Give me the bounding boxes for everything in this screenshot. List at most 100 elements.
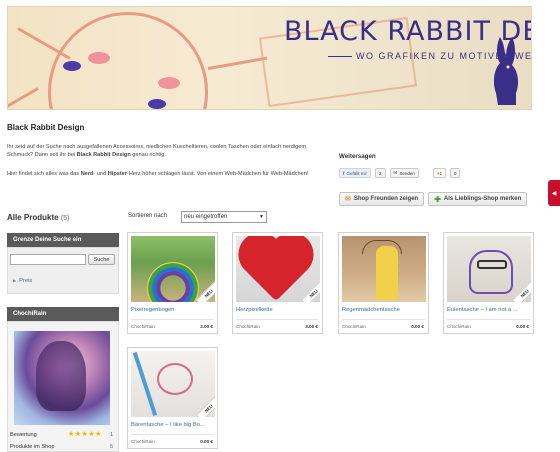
- product-seller[interactable]: ChochiRain: [131, 324, 155, 329]
- google-plus-button[interactable]: +1: [432, 168, 446, 178]
- sun-cheek: [158, 77, 180, 89]
- feedback-side-tab[interactable]: ◀: [548, 180, 560, 206]
- product-seller[interactable]: ChochiRain: [131, 439, 155, 444]
- all-products-count: (5): [60, 215, 70, 222]
- divider: [342, 319, 425, 320]
- chevron-down-icon: ▼: [259, 214, 264, 220]
- favorite-shop-label: Als Lieblings-Shop merken: [443, 196, 522, 202]
- price-filter-label: Preis: [19, 278, 33, 284]
- products-in-shop-label: Produkte im Shop: [10, 444, 55, 450]
- sort-select[interactable]: neu eingetroffen ▼: [181, 211, 267, 223]
- plus-icon: ✚: [434, 194, 441, 204]
- chevron-left-icon: ◀: [551, 190, 557, 197]
- product-seller[interactable]: ChochiRain: [236, 324, 260, 329]
- facebook-like-label: Gefällt mir: [346, 170, 368, 176]
- search-input[interactable]: [10, 254, 86, 265]
- tell-friends-button[interactable]: ✉ Shop Freunden zeigen: [339, 192, 425, 206]
- girl-image: [376, 246, 398, 300]
- rating-stars-icon: ★★★★★: [68, 431, 102, 438]
- all-products-heading: Alle Produkte (5): [7, 213, 69, 222]
- divider: [236, 319, 319, 320]
- products-in-shop-count[interactable]: 5: [110, 444, 113, 450]
- filter-box-title: Grenze Deine Suche ein: [7, 233, 119, 247]
- product-card[interactable]: NEU Bärentasche – I like big Bo... Choch…: [127, 347, 218, 449]
- sort-label: Sortieren nach: [128, 213, 168, 219]
- rating-count-link[interactable]: 1: [110, 432, 113, 438]
- heart-image: [244, 238, 308, 302]
- intro-strong: Nerd: [80, 171, 94, 177]
- product-seller[interactable]: ChochiRain: [447, 324, 471, 329]
- divider: [447, 319, 530, 320]
- product-price: 0.00 €: [516, 324, 529, 329]
- new-badge: NEU: [196, 280, 215, 302]
- bear-image: [157, 363, 193, 395]
- rabbit-logo-icon: [493, 37, 519, 105]
- like-count-badge: 2: [375, 168, 386, 178]
- product-name-link[interactable]: Regenmädchentasche: [342, 307, 426, 313]
- divider: [131, 434, 214, 435]
- product-thumbnail[interactable]: NEU: [131, 236, 215, 302]
- product-thumbnail[interactable]: NEU: [447, 236, 531, 302]
- price-filter-link[interactable]: ▶ Preis: [13, 278, 32, 284]
- triangle-right-icon: ▶: [13, 278, 17, 283]
- product-name-link[interactable]: Herzpixelkette: [236, 307, 320, 313]
- owl-image: [469, 250, 513, 294]
- intro-text: genau richtig.: [130, 152, 166, 158]
- intro-strong: Black Rabbit Design: [76, 152, 131, 158]
- glasses-image: [477, 260, 507, 269]
- product-name-link[interactable]: Eulentasche – I am not a ...: [447, 307, 531, 313]
- product-price: 2.00 €: [200, 324, 213, 329]
- avatar-hair: [36, 341, 86, 411]
- all-products-title: Alle Produkte: [7, 213, 59, 222]
- sun-ray: [8, 87, 39, 109]
- product-thumbnail[interactable]: [342, 236, 426, 302]
- product-card[interactable]: NEU Eulentasche – I am not a ... ChochiR…: [443, 232, 534, 334]
- profile-box-title: ChochiRain: [7, 307, 119, 321]
- product-thumbnail[interactable]: NEU: [131, 351, 215, 417]
- facebook-send-button[interactable]: ✉ Senden: [389, 168, 419, 178]
- product-card[interactable]: NEU Pixelregenbogen ChochiRain 2.00 €: [127, 232, 218, 334]
- seller-avatar[interactable]: [14, 331, 110, 425]
- product-price: 0.00 €: [411, 324, 424, 329]
- search-button[interactable]: Suche: [88, 254, 115, 265]
- google-plus-count: 0: [449, 168, 461, 178]
- product-seller[interactable]: ChochiRain: [342, 324, 366, 329]
- shop-action-buttons: ✉ Shop Freunden zeigen ✚ Als Lieblings-Sho…: [339, 192, 528, 206]
- sort-selected-value: neu eingetroffen: [184, 214, 228, 220]
- product-name-link[interactable]: Bärentasche – I like big Bo...: [131, 422, 215, 428]
- sun-ray: [207, 56, 268, 70]
- send-label: Senden: [399, 170, 415, 176]
- product-thumbnail[interactable]: NEU: [236, 236, 320, 302]
- envelope-icon: ✉: [345, 196, 351, 203]
- sun-eye: [63, 61, 81, 71]
- product-card[interactable]: NEU Herzpixelkette ChochiRain 3.00 €: [232, 232, 323, 334]
- rainbow-image: [147, 262, 199, 302]
- favorite-shop-button[interactable]: ✚ Als Lieblings-Shop merken: [428, 192, 528, 206]
- sun-cheek: [88, 52, 110, 64]
- shop-intro-paragraph: Ihr seid auf der Suche nach ausgefallene…: [7, 143, 327, 159]
- shop-intro-paragraph-2: Hier findet sich alles was das Nerd- und…: [7, 170, 327, 178]
- intro-text: Hier findet sich alles was das: [7, 171, 81, 177]
- sun-eye: [148, 99, 166, 109]
- new-badge: NEU: [196, 395, 215, 417]
- rating-label: Bewertung: [10, 432, 37, 438]
- facebook-icon: f: [343, 170, 345, 176]
- send-icon: ✉: [393, 170, 398, 175]
- intro-strong: Hipster: [107, 171, 128, 177]
- intro-text: -Herz höher schlagen lässt. Von einem We…: [127, 171, 309, 177]
- strap-image: [132, 351, 158, 417]
- product-name-link[interactable]: Pixelregenbogen: [131, 307, 215, 313]
- new-badge: NEU: [301, 280, 320, 302]
- share-row: f Gefällt mir 2 ✉ Senden +1 0: [339, 168, 461, 178]
- product-price: 3.00 €: [305, 324, 318, 329]
- product-price: 0.00 €: [200, 439, 213, 444]
- facebook-like-button[interactable]: f Gefällt mir: [339, 168, 372, 178]
- intro-text: - und: [93, 171, 108, 177]
- tell-friends-label: Shop Freunden zeigen: [353, 196, 419, 202]
- new-badge: NEU: [512, 280, 531, 302]
- share-title: Weitersagen: [339, 153, 376, 160]
- divider: [131, 319, 214, 320]
- shop-title: Black Rabbit Design: [7, 123, 85, 132]
- shop-banner: BLACK RABBIT DESIGN WO GRAFIKEN ZU MOTIV…: [7, 6, 532, 110]
- product-card[interactable]: Regenmädchentasche ChochiRain 0.00 €: [338, 232, 429, 334]
